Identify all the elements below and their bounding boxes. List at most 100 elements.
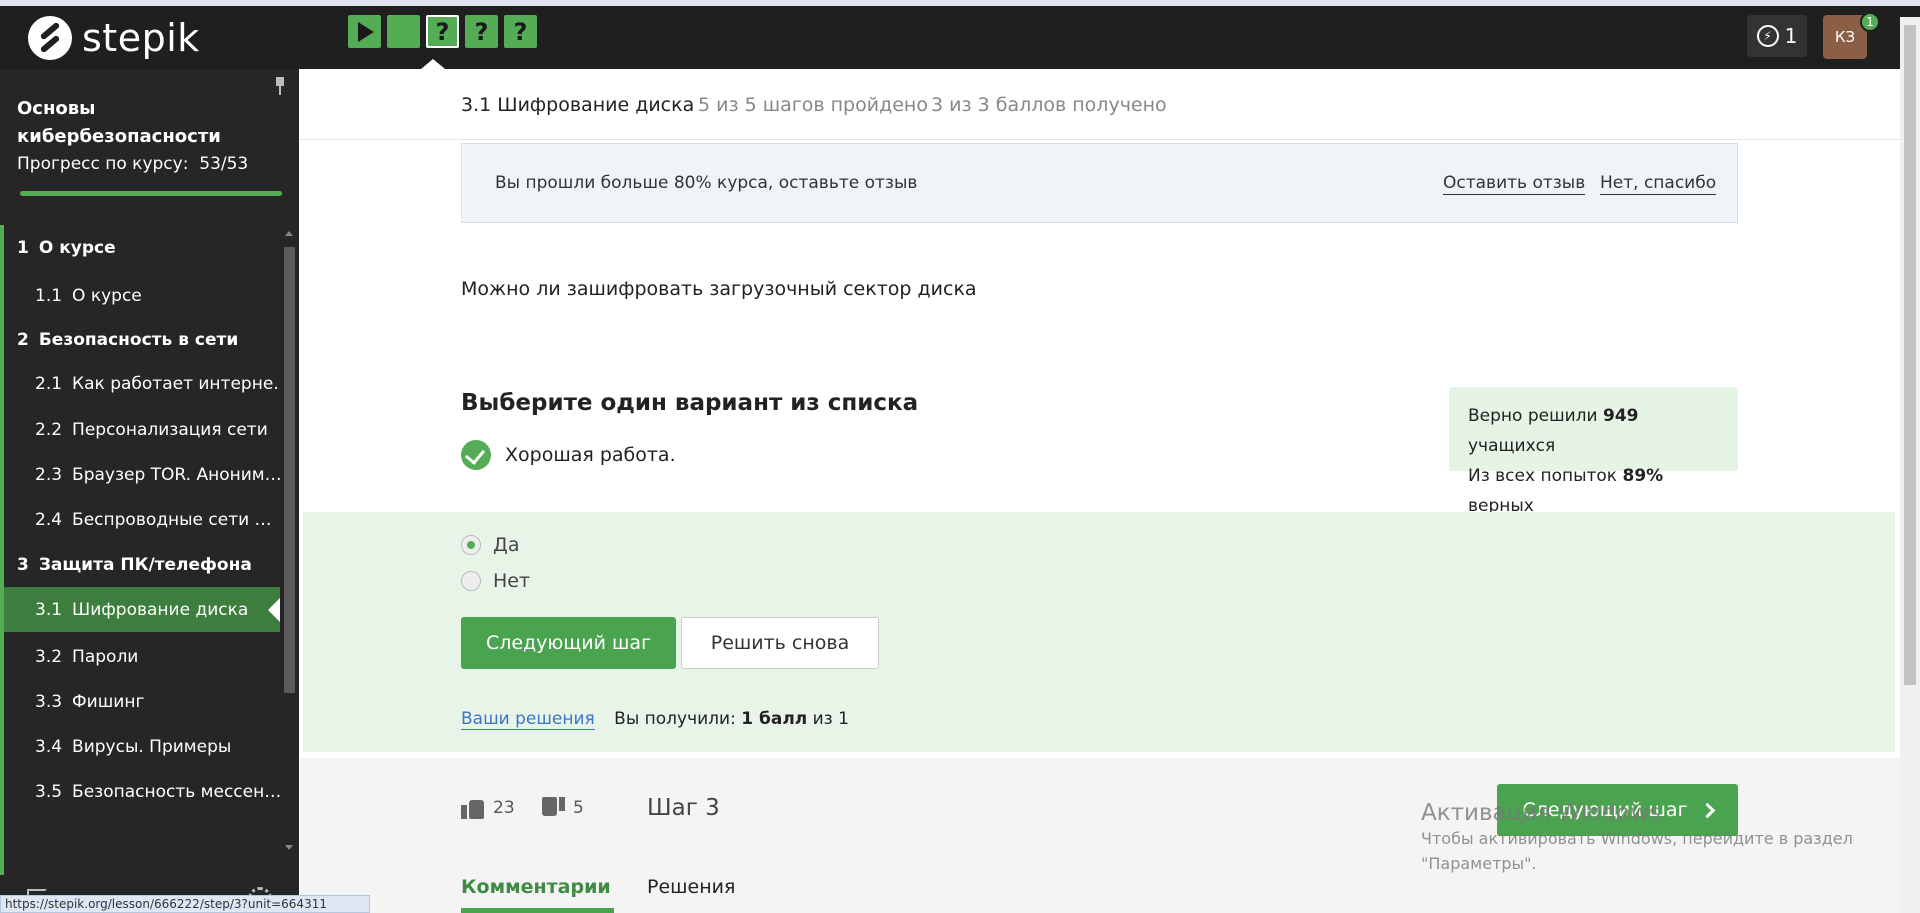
option-no[interactable]: Нет (461, 570, 530, 592)
page-scrollbar[interactable] (1900, 17, 1920, 913)
check-circle-icon (461, 440, 491, 470)
step-1-video[interactable] (348, 15, 381, 48)
toc-section[interactable]: 1 О курсе (4, 225, 280, 270)
toc-item-label: Шифрование диска (72, 599, 249, 620)
thumbs-down-icon (541, 797, 565, 819)
table-of-contents: 1 О курсе 1.1 О курсе 2 Безопасность в сети 2.… (0, 225, 280, 875)
toc-item-number: 2.4 (35, 509, 63, 530)
feedback-text: Хорошая работа. (505, 444, 676, 466)
option-yes-label: Да (493, 534, 520, 556)
course-progress-bar (20, 191, 282, 196)
toc-item-number: 2.3 (35, 464, 63, 485)
course-title[interactable]: Основы кибербезопасности (17, 95, 267, 151)
review-banner: Вы прошли больше 80% курса, оставьте отз… (461, 143, 1738, 223)
toc-lesson[interactable]: 3.1 Шифрование диска (4, 587, 280, 632)
energy-count: 1 (1784, 24, 1798, 48)
toc-item-number: 3 (17, 554, 29, 575)
tab-solutions[interactable]: Решения (647, 876, 735, 898)
received-prefix: Вы получили: (614, 709, 742, 729)
toc-item-label: Пароли (72, 646, 139, 667)
toc-item-number: 3.2 (35, 646, 63, 667)
toc-item-number: 3.1 (35, 599, 63, 620)
lesson-title: 3.1 Шифрование диска (461, 94, 695, 116)
toc-item-label: Персонализация сети (72, 419, 268, 440)
radio-no[interactable] (461, 571, 481, 591)
progress-value: 53/53 (199, 154, 249, 174)
browser-status-url: https://stepik.org/lesson/666222/step/3?… (0, 895, 370, 913)
toc-lesson[interactable]: 3.5 Безопасность мессен… (4, 769, 280, 814)
quiz-stats: Верно решили 949 учащихся Из всех попыто… (1449, 387, 1738, 516)
toc-item-label: Беспроводные сети … (72, 509, 272, 530)
your-solutions-link[interactable]: Ваши решения (461, 709, 595, 730)
toc-lesson[interactable]: 2.4 Беспроводные сети … (4, 497, 280, 542)
like-count: 23 (493, 798, 515, 818)
toc-lesson[interactable]: 2.3 Браузер TOR. Аноним… (4, 452, 280, 497)
current-step-pointer (421, 59, 445, 69)
toc-item-number: 3.4 (35, 736, 63, 757)
toc-section[interactable]: 2 Безопасность в сети (4, 317, 280, 362)
next-step-button[interactable]: Следующий шаг (461, 617, 676, 669)
answer-area: Да Нет Следующий шаг Решить снова Ваши р… (303, 512, 1895, 752)
course-progress-fill (20, 191, 282, 196)
decline-review-link[interactable]: Нет, спасибо (1600, 173, 1717, 195)
step-3-quiz[interactable]: ? (426, 15, 459, 48)
lesson-score: 3 из 3 баллов получено (931, 94, 1167, 116)
notification-badge: 1 (1860, 12, 1880, 32)
course-progress-label: Прогресс по курсу: 53/53 (17, 154, 248, 174)
pin-icon[interactable] (273, 77, 287, 95)
step-number: Шаг 3 (647, 795, 720, 821)
solved-suffix: учащихся (1468, 436, 1556, 456)
toc-lesson[interactable]: 1.1 О курсе (4, 273, 280, 318)
radio-yes[interactable] (461, 535, 481, 555)
course-sidebar: Основы кибербезопасности Прогресс по кур… (0, 69, 299, 913)
step-4-label: ? (474, 17, 489, 46)
toc-item-label: Безопасность в сети (38, 329, 239, 350)
option-no-label: Нет (493, 570, 531, 592)
lesson-steps-bar: ? ? ? (348, 15, 537, 48)
toc-lesson[interactable]: 2.2 Персонализация сети (4, 407, 280, 452)
scroll-up-arrow-icon[interactable] (285, 231, 293, 236)
toc-lesson[interactable]: 3.3 Фишинг (4, 679, 280, 724)
received-suffix: из 1 (807, 709, 849, 729)
stepik-logo[interactable]: stepik (28, 16, 200, 60)
toc-section[interactable]: 3 Защита ПК/телефона (4, 542, 280, 587)
toc-item-label: Как работает интерне… (72, 373, 280, 394)
review-banner-text: Вы прошли больше 80% курса, оставьте отз… (495, 173, 918, 193)
scroll-down-arrow-icon[interactable] (285, 845, 293, 850)
progress-label-text: Прогресс по курсу: (17, 154, 189, 174)
toc-item-number: 3.3 (35, 691, 63, 712)
energy-button[interactable]: ⚡ 1 (1747, 15, 1807, 57)
toc-lesson[interactable]: 3.4 Вирусы. Примеры (4, 724, 280, 769)
dislike-button[interactable]: 5 (541, 797, 584, 819)
watermark-subtitle: Чтобы активировать Windows, перейдите в … (1421, 829, 1853, 873)
like-button[interactable]: 23 (461, 797, 515, 819)
toc-item-number: 2 (17, 329, 29, 350)
toc-lesson[interactable]: 2.1 Как работает интерне… (4, 361, 280, 406)
solved-stat: Верно решили 949 учащихся (1468, 401, 1719, 461)
tab-comments[interactable]: Комментарии (461, 876, 611, 898)
option-yes[interactable]: Да (461, 534, 520, 556)
lesson-steps-done: 5 из 5 шагов пройдено (698, 94, 928, 116)
toc-lesson[interactable]: 3.2 Пароли (4, 634, 280, 679)
step-5-label: ? (513, 17, 528, 46)
step-5-quiz[interactable]: ? (504, 15, 537, 48)
toc-item-label: Безопасность мессен… (72, 781, 280, 802)
toc-item-label: О курсе (72, 285, 142, 306)
windows-activation-watermark: Активация Windows Чтобы активировать Win… (1421, 800, 1861, 876)
solve-again-button[interactable]: Решить снова (681, 617, 879, 669)
step-3-label: ? (435, 17, 450, 46)
step-2-text[interactable] (387, 15, 420, 48)
step-4-quiz[interactable]: ? (465, 15, 498, 48)
page-scroll-thumb[interactable] (1904, 25, 1916, 685)
sidebar-scroll-thumb[interactable] (284, 247, 295, 693)
active-tab-indicator (461, 908, 614, 913)
stepik-logo-icon (28, 16, 72, 60)
solved-prefix: Верно решили (1468, 406, 1604, 426)
leave-review-link[interactable]: Оставить отзыв (1443, 173, 1586, 195)
received-points: 1 балл (741, 709, 808, 729)
play-icon (358, 21, 374, 42)
sidebar-scrollbar[interactable] (282, 225, 296, 855)
dislike-count: 5 (573, 798, 584, 818)
solutions-row: Ваши решения Вы получили: 1 балл из 1 (461, 709, 849, 730)
toc-item-label: Защита ПК/телефона (38, 554, 252, 575)
